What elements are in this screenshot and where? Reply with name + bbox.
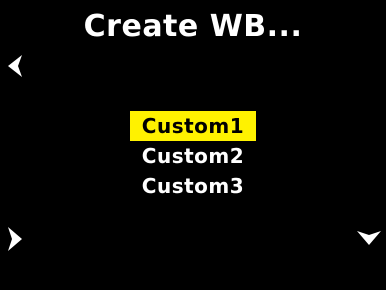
wb-custom-list: Custom1 Custom2 Custom3: [0, 111, 386, 201]
menu-item-custom2[interactable]: Custom2: [130, 141, 256, 171]
menu-item-custom1[interactable]: Custom1: [129, 111, 257, 141]
menu-item-custom3[interactable]: Custom3: [130, 171, 256, 201]
chevron-down-icon[interactable]: [356, 229, 382, 247]
page-title: Create WB...: [83, 9, 303, 44]
camera-menu-screen: Create WB... Custom1 Custom2 Custom3: [0, 0, 386, 290]
chevron-left-icon[interactable]: [6, 54, 24, 78]
chevron-right-icon[interactable]: [6, 226, 24, 252]
